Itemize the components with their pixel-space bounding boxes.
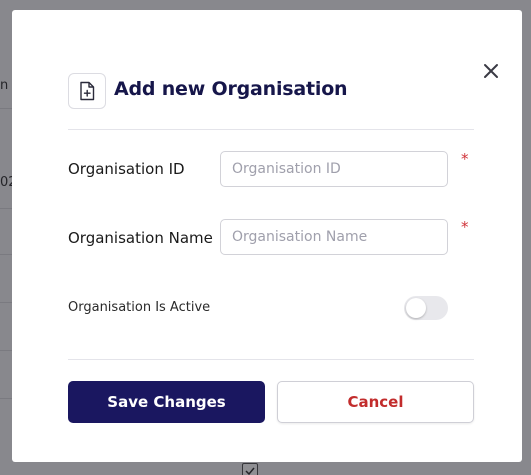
required-indicator: * <box>461 150 469 168</box>
title-icon-box <box>68 73 106 109</box>
cancel-button[interactable]: Cancel <box>277 381 474 423</box>
organisation-id-label: Organisation ID <box>68 160 185 178</box>
close-button[interactable] <box>480 60 502 82</box>
organisation-active-toggle[interactable] <box>404 296 448 320</box>
header-divider <box>68 129 474 130</box>
file-plus-icon <box>80 81 95 101</box>
add-organisation-dialog: Add new Organisation Organisation ID * O… <box>12 10 522 462</box>
organisation-id-input[interactable] <box>220 151 448 187</box>
organisation-name-input[interactable] <box>220 219 448 255</box>
organisation-name-label: Organisation Name <box>68 229 213 247</box>
footer-divider <box>68 359 474 360</box>
toggle-knob <box>406 298 426 318</box>
save-changes-button[interactable]: Save Changes <box>68 381 265 423</box>
required-indicator: * <box>461 218 469 236</box>
organisation-active-label: Organisation Is Active <box>68 300 211 315</box>
close-icon <box>484 64 498 78</box>
dialog-title: Add new Organisation <box>114 78 348 100</box>
